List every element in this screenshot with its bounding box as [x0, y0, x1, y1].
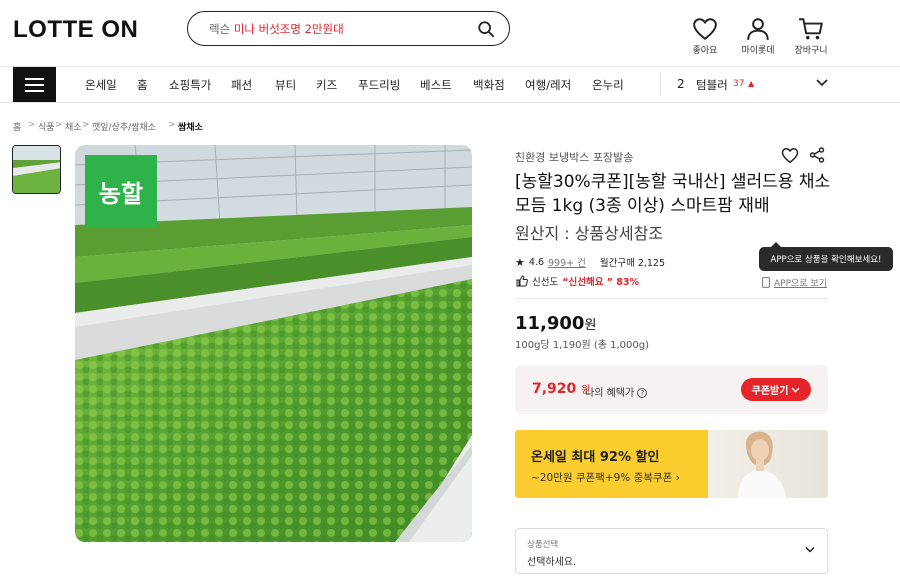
benefit-box: 7,920 원 나의 혜택가 ? 쿠폰받기 [515, 365, 828, 414]
get-coupon-button[interactable]: 쿠폰받기 [741, 378, 811, 401]
heart-icon[interactable] [692, 17, 718, 41]
get-coupon-label: 쿠폰받기 [751, 386, 789, 397]
gnb-item-kids[interactable]: 키즈 [316, 77, 337, 93]
option-value: 선택하세요. [527, 557, 577, 568]
gnb-item-onnuri[interactable]: 온누리 [592, 77, 624, 93]
benefit-price-value: 7,920 [532, 381, 577, 397]
help-icon[interactable]: ? [637, 388, 648, 398]
breadcrumb-separator: > [28, 120, 36, 130]
breadcrumb-item[interactable]: 깻잎/상추/쌈채소 [92, 120, 156, 133]
unit-price: 100g당 1,190원 (총 1,000g) [515, 340, 649, 351]
breadcrumb-item[interactable]: 채소 [65, 120, 82, 133]
search-bar[interactable]: 렉슨 미나 버섯조명 2만원대 [187, 11, 510, 46]
breadcrumb-separator: > [82, 120, 90, 130]
gnb-item-best[interactable]: 베스트 [420, 77, 452, 93]
search-icon[interactable] [477, 20, 495, 38]
product-price: 11,900원 [515, 313, 596, 334]
cart-icon[interactable] [798, 17, 824, 41]
lettuce-thumbnail-image [13, 146, 60, 193]
heart-icon[interactable] [781, 147, 799, 164]
benefit-price: 7,920 원 [532, 381, 590, 397]
product-thumbnail[interactable] [12, 145, 61, 194]
breadcrumb-separator: > [55, 120, 63, 130]
banner-title: 온세일 최대 92% 할인 [531, 450, 660, 465]
onsale-banner[interactable]: 온세일 최대 92% 할인 ~20만원 쿠폰팩+9% 중복쿠폰 › [515, 430, 828, 498]
chevron-down-icon [805, 546, 815, 553]
chevron-right-icon: › [675, 472, 680, 484]
product-title: [농할30%쿠폰][농할 국내산] 샐러드용 채소 모듬 1kg (3종 이상)… [515, 172, 831, 216]
thumbs-up-icon [516, 275, 528, 287]
gnb-item-deals[interactable]: 쇼핑특가 [169, 77, 211, 93]
chevron-down-icon [791, 387, 800, 392]
cart-label[interactable]: 장바구니 [781, 43, 841, 56]
trend-up-icon: ▲ [748, 79, 755, 88]
seller-note[interactable]: 친환경 보냉박스 포장발송 [515, 149, 633, 165]
star-icon: ★ [515, 255, 525, 269]
banner-subtitle: ~20만원 쿠폰팩+9% 중복쿠폰 › [531, 470, 680, 485]
rating-score: 4.6 [528, 256, 544, 268]
trending-count: 37 [733, 79, 745, 89]
mylotte-label[interactable]: 마이롯데 [728, 43, 788, 56]
search-prefix: 렉슨 [209, 22, 231, 36]
gnb-separator [660, 72, 661, 96]
gnb-divider-bottom [0, 102, 900, 103]
product-origin: 원산지 : 상품상세참조 [515, 224, 664, 243]
option-select[interactable]: 상품선택 선택하세요. [515, 528, 828, 574]
model-image [738, 431, 786, 498]
gnb-item-travel[interactable]: 여행/레저 [525, 77, 571, 93]
banner-subtitle-text: ~20만원 쿠폰팩+9% 중복쿠폰 [531, 472, 673, 484]
trending-keyword[interactable]: 텀블러 [696, 77, 728, 93]
gnb-item-beauty[interactable]: 뷰티 [275, 77, 296, 93]
breadcrumb-separator: > [168, 120, 176, 130]
review-count-link[interactable]: 999+ 건 [548, 255, 586, 269]
app-view-link[interactable]: APP으로 보기 [762, 276, 827, 289]
price-unit: 원 [584, 318, 597, 333]
hamburger-menu-button[interactable] [13, 67, 56, 102]
freshness-label: 신선도 [532, 277, 559, 288]
breadcrumb-current: 쌈채소 [178, 123, 203, 133]
benefit-label[interactable]: 나의 혜택가 ? [585, 384, 648, 399]
gnb-item-foodliving[interactable]: 푸드리빙 [358, 77, 400, 93]
monthly-purchases: 월간구매 2,125 [599, 258, 666, 269]
freshness-row: 신선도 “신선해요 ” 83% [516, 274, 639, 288]
benefit-label-text: 나의 혜택가 [585, 388, 635, 399]
banner-model-photo [708, 430, 828, 498]
gnb-item-home[interactable]: 홈 [137, 77, 148, 93]
gnb-item-onsale[interactable]: 온세일 [85, 77, 117, 93]
app-view-label[interactable]: APP으로 보기 [774, 276, 827, 289]
breadcrumb-item[interactable]: 홈 [13, 120, 21, 133]
gnb-divider-top [0, 66, 900, 67]
logo[interactable]: LOTTE ON [13, 16, 138, 44]
mobile-icon [762, 277, 770, 288]
chevron-down-icon[interactable] [816, 78, 828, 88]
trending-rank[interactable]: 2 [677, 77, 685, 91]
product-main-image: 농할 [75, 145, 472, 542]
search-highlight: 미나 버섯조명 2만원대 [233, 22, 344, 36]
nonghal-badge: 농할 [85, 155, 157, 227]
price-value: 11,900 [515, 313, 585, 334]
breadcrumb-item[interactable]: 식품 [38, 120, 55, 133]
likes-label[interactable]: 좋아요 [675, 43, 735, 56]
divider [515, 298, 828, 299]
search-placeholder: 렉슨 미나 버섯조명 2만원대 [209, 21, 344, 37]
rating-row: ★ 4.6 999+ 건 월간구매 2,125 [515, 255, 666, 270]
user-icon[interactable] [745, 17, 771, 41]
gnb-item-fashion[interactable]: 패션 [231, 77, 252, 93]
gnb-item-department[interactable]: 백화점 [473, 77, 505, 93]
share-icon[interactable] [809, 147, 825, 163]
freshness-value: “신선해요 ” 83% [562, 277, 640, 288]
app-tooltip: APP으로 상품을 확인해보세요! [759, 242, 893, 271]
option-label: 상품선택 [527, 540, 559, 550]
